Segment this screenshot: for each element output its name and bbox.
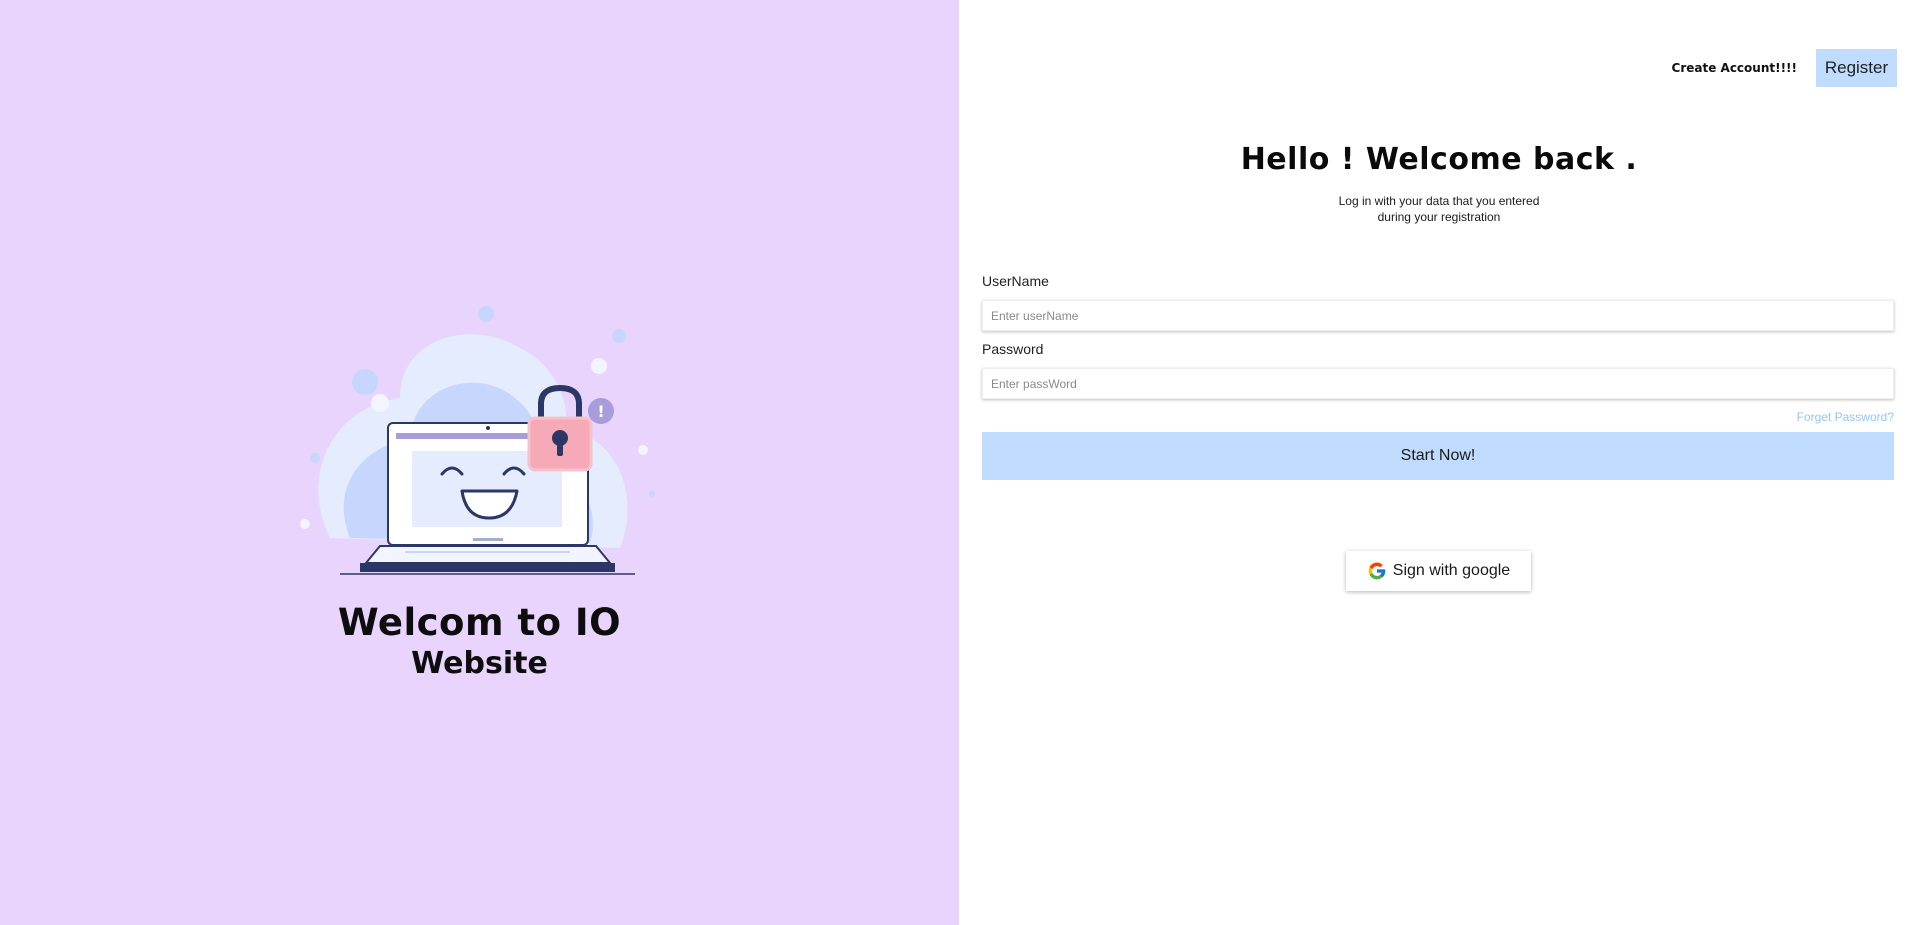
subtext-line-1: Log in with your data that you entered bbox=[1338, 194, 1540, 208]
password-label: Password bbox=[982, 341, 1044, 357]
svg-text:!: ! bbox=[597, 402, 604, 421]
create-account-link[interactable]: Create Account!!!! bbox=[1672, 61, 1797, 75]
laptop-illustration: ! bbox=[300, 306, 655, 575]
page-title: Hello ! Welcome back . bbox=[1240, 142, 1638, 177]
google-button-label: Sign with google bbox=[1392, 562, 1511, 579]
top-bar: Create Account!!!! Register bbox=[1672, 49, 1897, 87]
welcome-title: Welcom to IO bbox=[337, 601, 622, 644]
google-icon bbox=[1368, 562, 1386, 580]
register-button[interactable]: Register bbox=[1816, 49, 1897, 87]
start-now-button[interactable]: Start Now! bbox=[982, 432, 1894, 480]
welcome-subtitle: Website bbox=[411, 646, 548, 681]
login-subtext: Log in with your data that you entered d… bbox=[959, 193, 1919, 225]
login-page: ! Welcom to IO Website Create Account!!!… bbox=[0, 0, 1919, 925]
forgot-password-link[interactable]: Forget Password? bbox=[1797, 410, 1894, 424]
username-field[interactable] bbox=[982, 300, 1894, 331]
username-label: UserName bbox=[982, 273, 1049, 289]
password-field[interactable] bbox=[982, 368, 1894, 399]
login-panel: Create Account!!!! Register Hello ! Welc… bbox=[959, 0, 1919, 925]
subtext-line-2: during your registration bbox=[1377, 210, 1501, 224]
welcome-panel: ! Welcom to IO Website bbox=[0, 0, 959, 925]
google-sign-in-button[interactable]: Sign with google bbox=[1346, 551, 1531, 591]
